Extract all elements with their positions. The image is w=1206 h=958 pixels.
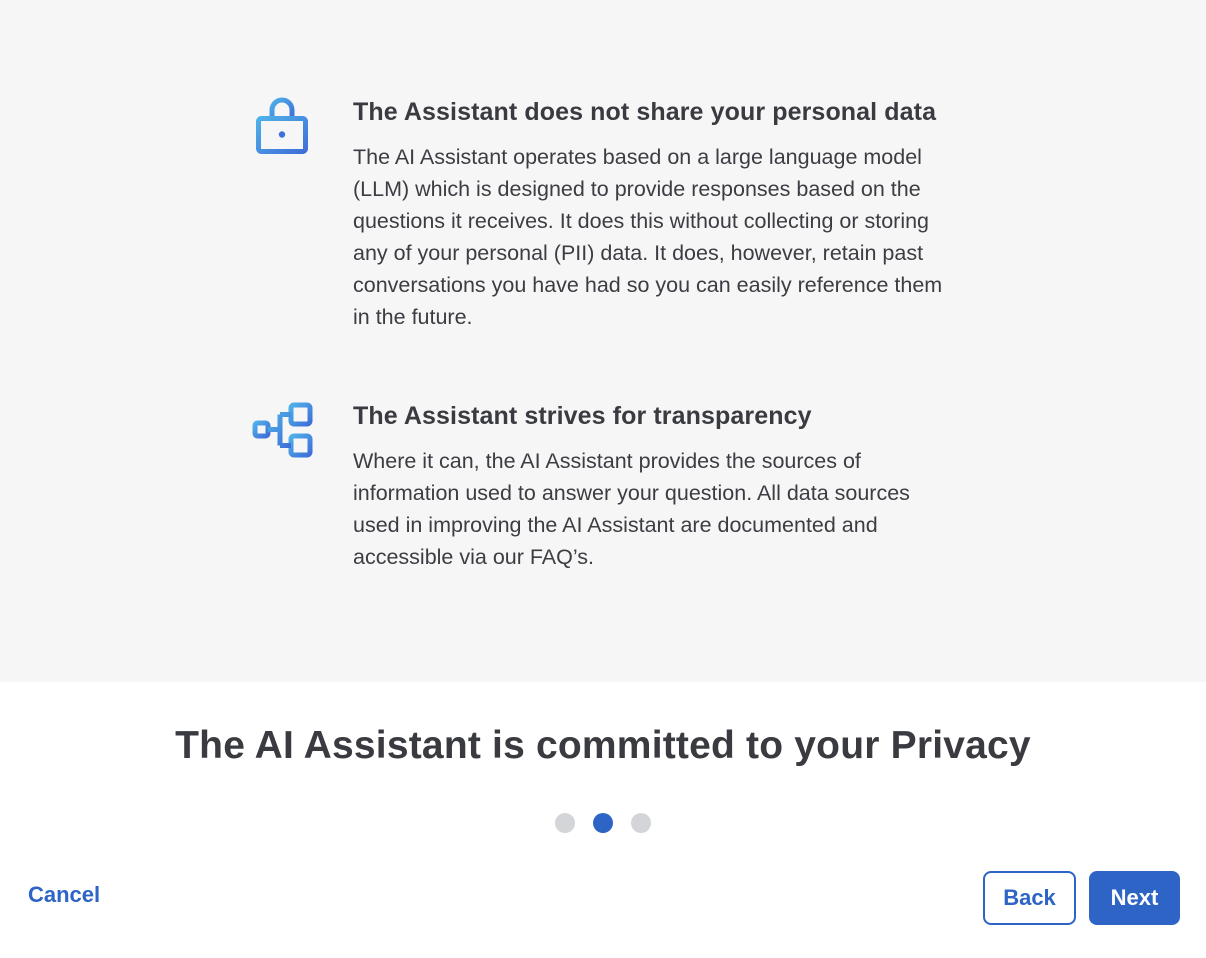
feature-description: The AI Assistant operates based on a lar…: [353, 145, 943, 329]
sitemap-icon: [252, 401, 314, 464]
pagination-dots: [0, 813, 1206, 833]
feature-title: The Assistant strives for transparency: [353, 402, 812, 430]
feature-description: Where it can, the AI Assistant provides …: [353, 449, 910, 569]
lock-icon: [252, 97, 312, 162]
pagination-dot-1[interactable]: [555, 813, 575, 833]
back-button[interactable]: Back: [983, 871, 1076, 925]
pagination-dot-2-active[interactable]: [593, 813, 613, 833]
info-panel: The Assistant does not share your person…: [0, 0, 1206, 682]
next-button[interactable]: Next: [1089, 871, 1180, 925]
feature-title: The Assistant does not share your person…: [353, 98, 937, 126]
pagination-dot-3[interactable]: [631, 813, 651, 833]
cancel-button[interactable]: Cancel: [28, 882, 100, 908]
page-title: The AI Assistant is committed to your Pr…: [175, 724, 1031, 767]
